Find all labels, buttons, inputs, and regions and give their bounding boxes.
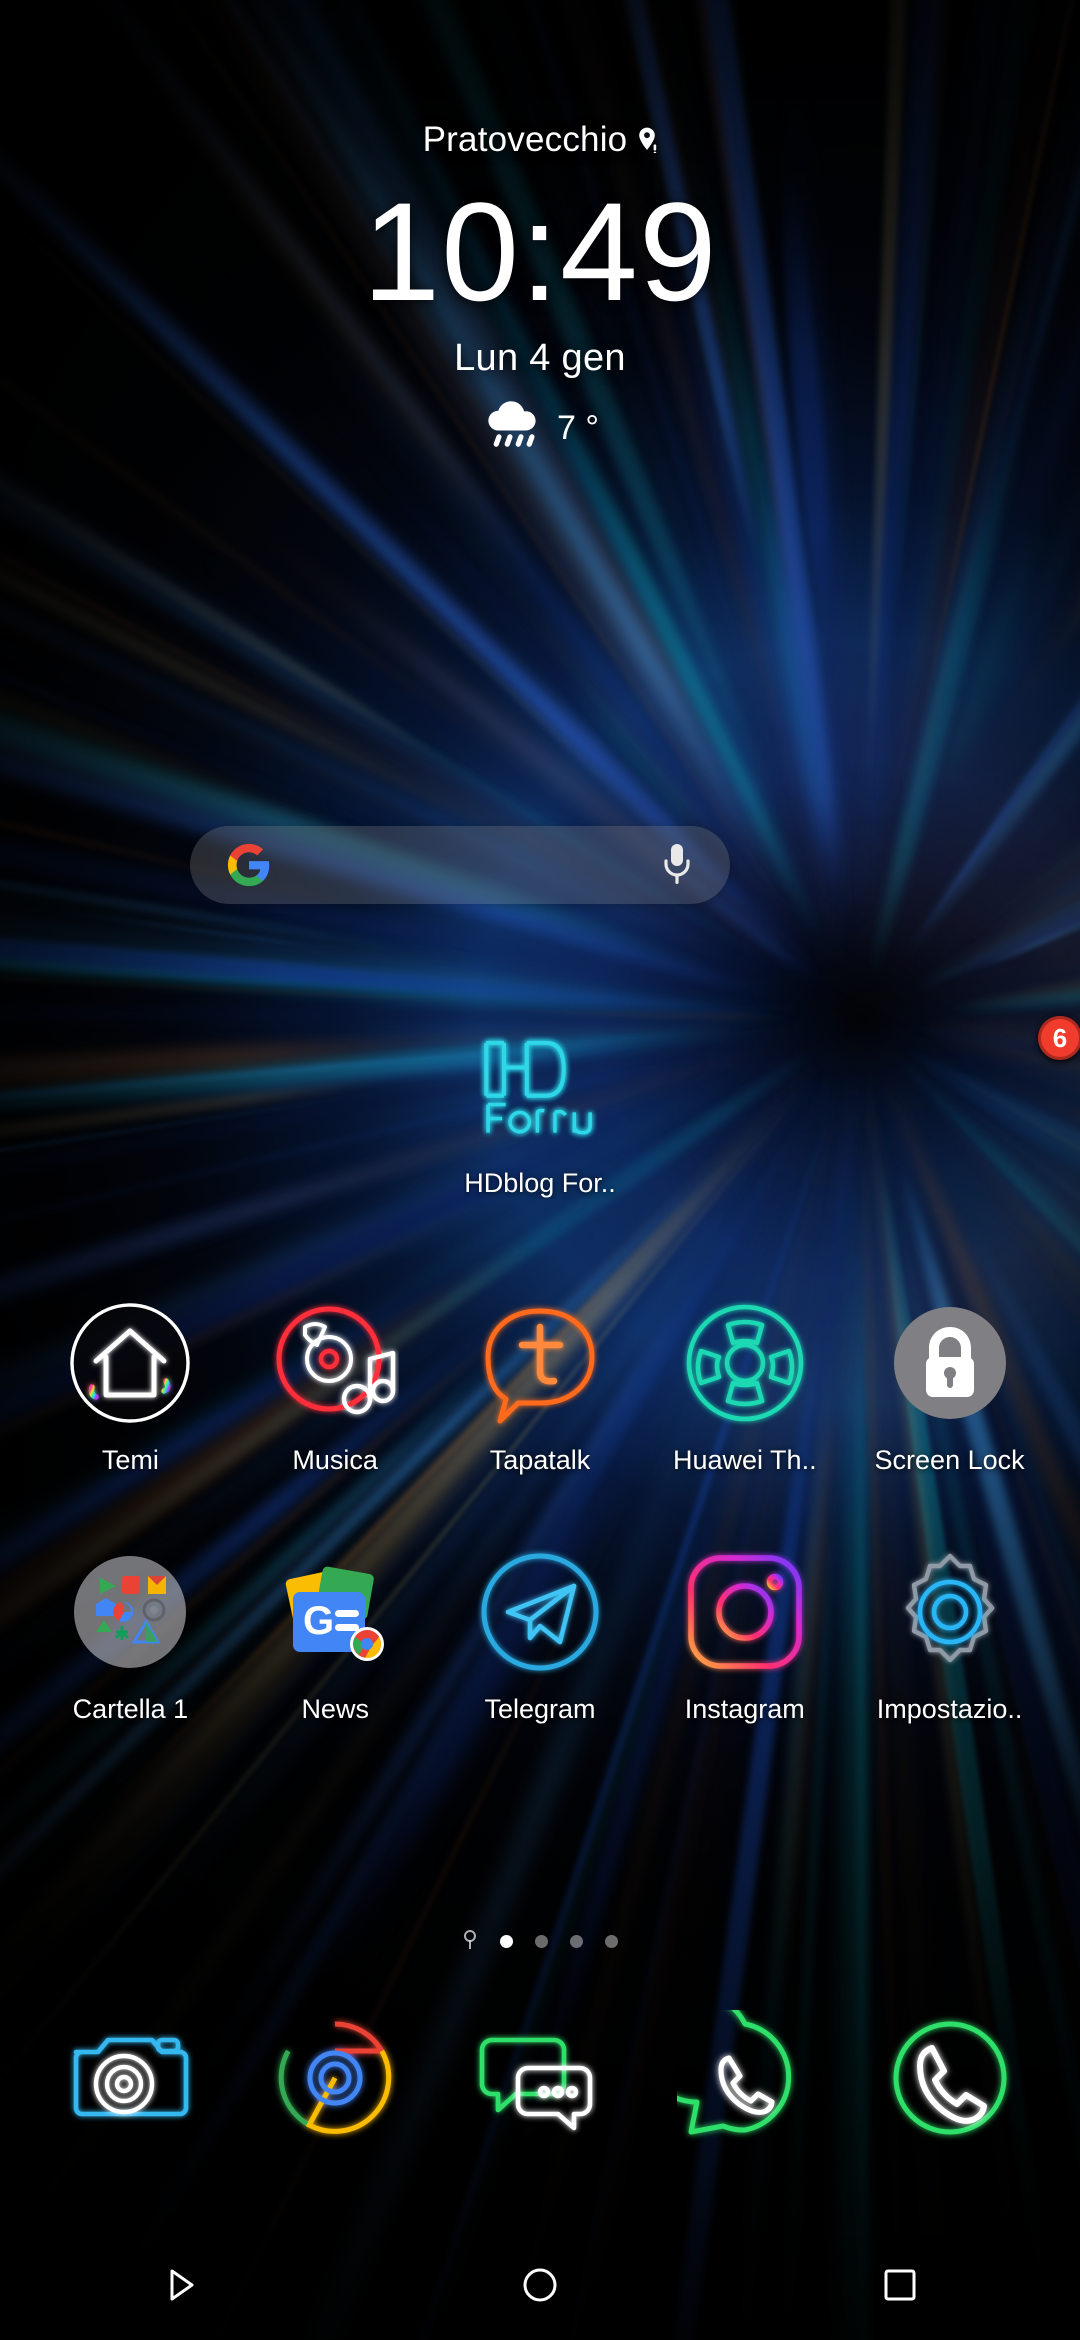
- instagram-icon[interactable]: [679, 1546, 811, 1678]
- weather-row[interactable]: 7 °: [0, 400, 1080, 457]
- page-indicator[interactable]: [0, 1930, 1080, 1952]
- dock-app-chrome[interactable]: [233, 2010, 438, 2146]
- navigation-bar: [0, 2230, 1080, 2340]
- folder-icon[interactable]: [64, 1546, 196, 1678]
- rain-cloud-icon: [481, 400, 543, 457]
- page-dot[interactable]: [570, 1935, 583, 1948]
- clock-time: 10:49: [0, 176, 1080, 327]
- home-page-icon[interactable]: [462, 1930, 478, 1952]
- app-label: HDblog For..: [464, 1168, 616, 1199]
- app-telegram[interactable]: 6 Telegram: [438, 1546, 643, 1725]
- app-huawei-health[interactable]: Huawei Th..: [642, 1297, 847, 1476]
- hdblog-forum-icon[interactable]: [474, 1020, 606, 1152]
- back-button[interactable]: [120, 2230, 240, 2340]
- app-label: Huawei Th..: [673, 1445, 817, 1476]
- app-temi[interactable]: Temi: [28, 1297, 233, 1476]
- app-news[interactable]: G News: [233, 1546, 438, 1725]
- chrome-icon[interactable]: [267, 2010, 403, 2146]
- settings-gear-icon[interactable]: [884, 1546, 1016, 1678]
- themes-house-icon[interactable]: [64, 1297, 196, 1429]
- page-dot[interactable]: [500, 1935, 513, 1948]
- row-2: Cartella 1 G News 6 Telegram Instagram I…: [0, 1546, 1080, 1725]
- clock-date: Lun 4 gen: [0, 337, 1080, 380]
- app-label: Tapatalk: [490, 1445, 591, 1476]
- music-disc-icon[interactable]: [269, 1297, 401, 1429]
- app-hdblog-forum[interactable]: HDblog For..: [432, 1020, 648, 1199]
- dock-app-phone[interactable]: [847, 2010, 1052, 2146]
- app-label: Screen Lock: [875, 1445, 1025, 1476]
- dock-app-whatsapp[interactable]: [642, 2010, 847, 2146]
- app-label: Instagram: [685, 1694, 805, 1725]
- dock-app-messages[interactable]: [438, 2010, 643, 2146]
- app-label: Musica: [292, 1445, 378, 1476]
- dock-app-camera[interactable]: [28, 2010, 233, 2146]
- app-label: News: [301, 1694, 369, 1725]
- page-dot[interactable]: [605, 1935, 618, 1948]
- row-1: Temi Musica Tapatalk Huawei Th.. Screen …: [0, 1297, 1080, 1476]
- notification-badge: 6: [1038, 1016, 1080, 1060]
- location-pin-icon: [637, 127, 657, 153]
- clock-weather-widget[interactable]: Pratovecchio 10:49 Lun 4 gen 7 °: [0, 120, 1080, 457]
- app-screen-lock[interactable]: Screen Lock: [847, 1297, 1052, 1476]
- app-instagram[interactable]: Instagram: [642, 1546, 847, 1725]
- circle-home-icon: [518, 2263, 562, 2307]
- location-label: Pratovecchio: [423, 120, 628, 160]
- app-label: Telegram: [484, 1694, 595, 1725]
- location-row[interactable]: Pratovecchio: [0, 120, 1080, 160]
- phone-icon[interactable]: [882, 2010, 1018, 2146]
- app-label: Impostazio..: [877, 1694, 1023, 1725]
- weather-temperature: 7 °: [557, 409, 599, 448]
- app-tapatalk[interactable]: Tapatalk: [438, 1297, 643, 1476]
- square-recents-icon: [878, 2263, 922, 2307]
- page-dot[interactable]: [535, 1935, 548, 1948]
- app-grid: HDblog For.. Temi Musica Tapatalk Huawei…: [0, 1020, 1080, 1725]
- app-label: Cartella 1: [73, 1694, 189, 1725]
- app-label: Temi: [102, 1445, 159, 1476]
- messages-icon[interactable]: [472, 2010, 608, 2146]
- triangle-back-icon: [158, 2263, 202, 2307]
- dock: [0, 2010, 1080, 2146]
- home-button[interactable]: [480, 2230, 600, 2340]
- row-widget: HDblog For..: [0, 1020, 1080, 1199]
- whatsapp-icon[interactable]: [677, 2010, 813, 2146]
- camera-icon[interactable]: [62, 2010, 198, 2146]
- telegram-icon[interactable]: [474, 1546, 606, 1678]
- huawei-health-icon[interactable]: [679, 1297, 811, 1429]
- google-g-icon[interactable]: [226, 842, 272, 888]
- microphone-icon[interactable]: [660, 842, 694, 888]
- svg-text:G: G: [303, 1599, 334, 1643]
- recents-button[interactable]: [840, 2230, 960, 2340]
- google-search-bar[interactable]: [190, 826, 730, 904]
- padlock-icon[interactable]: [884, 1297, 1016, 1429]
- tapatalk-icon[interactable]: [474, 1297, 606, 1429]
- app-impostazioni[interactable]: Impostazio..: [847, 1546, 1052, 1725]
- google-news-icon[interactable]: G: [269, 1546, 401, 1678]
- app-musica[interactable]: 3 Musica: [233, 1297, 438, 1476]
- app-cartella-1[interactable]: Cartella 1: [28, 1546, 233, 1725]
